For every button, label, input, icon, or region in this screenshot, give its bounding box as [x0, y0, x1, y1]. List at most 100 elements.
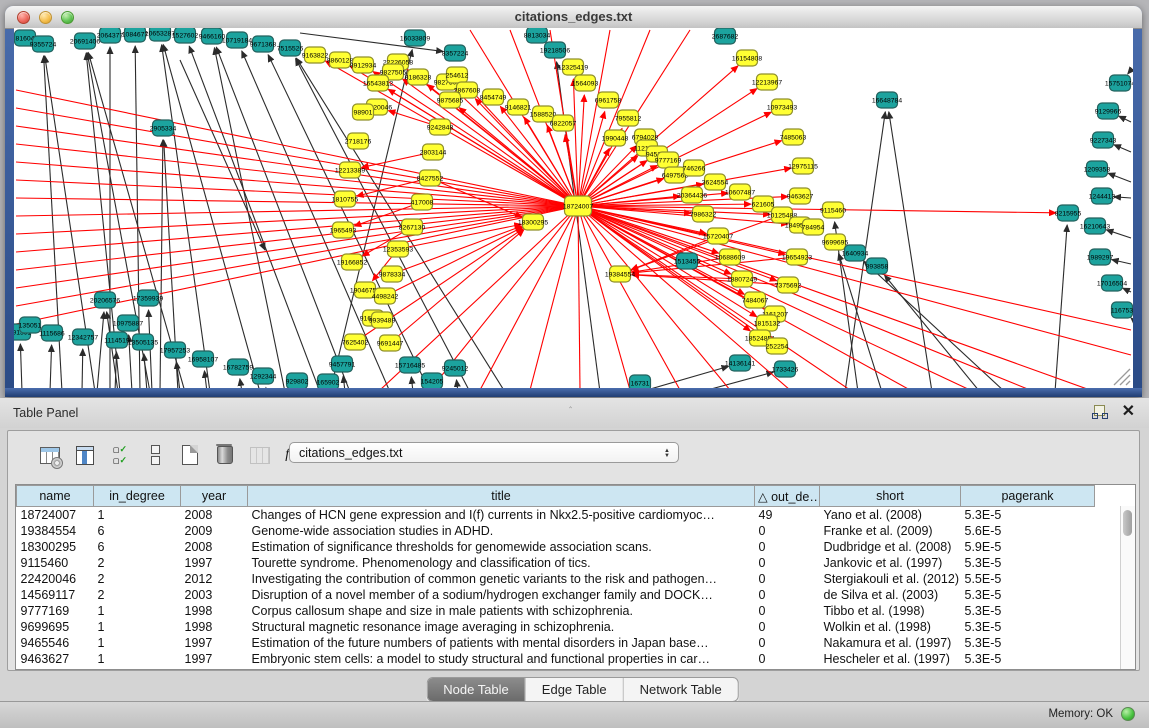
table-cell[interactable]: 2008 — [181, 539, 248, 555]
black-citation-edge[interactable] — [189, 46, 320, 388]
network-node[interactable]: 746266 — [683, 160, 706, 176]
network-node[interactable]: 9129966 — [1095, 103, 1122, 119]
red-citation-edge[interactable] — [16, 206, 578, 216]
table-cell[interactable]: 5.3E-5 — [961, 603, 1095, 619]
table-mode-icon[interactable] — [38, 443, 62, 467]
network-node[interactable]: 252254 — [766, 338, 789, 354]
network-node[interactable]: 20691406 — [70, 33, 100, 49]
network-node[interactable]: 9691447 — [377, 335, 404, 351]
memory-status-dot[interactable] — [1121, 707, 1135, 721]
network-node[interactable]: 154205 — [421, 373, 444, 388]
black-citation-edge[interactable] — [204, 371, 207, 388]
network-node[interactable]: 1244413 — [1089, 188, 1116, 204]
network-node[interactable]: 18300295 — [518, 214, 548, 230]
network-node[interactable]: 6822057 — [550, 115, 577, 131]
red-citation-edge[interactable] — [16, 206, 578, 270]
table-cell[interactable]: Estimation of significance thresholds fo… — [248, 539, 755, 555]
column-header-title[interactable]: title — [248, 486, 755, 507]
network-node[interactable]: 8427552 — [417, 170, 444, 186]
table-cell[interactable]: 5.3E-5 — [961, 507, 1095, 524]
scrollbar-thumb[interactable] — [1123, 510, 1132, 536]
network-node[interactable]: 8454749 — [480, 89, 507, 105]
table-cell[interactable]: Changes of HCN gene expression and I(f) … — [248, 507, 755, 524]
network-node[interactable]: 784954 — [802, 219, 825, 235]
table-row[interactable]: 969969511998Structural magnetic resonanc… — [17, 619, 1095, 635]
network-node[interactable]: 9163822 — [302, 47, 329, 63]
table-selector-dropdown[interactable]: citations_edges.txt ▲▼ — [289, 442, 679, 463]
red-citation-edge[interactable] — [578, 206, 970, 388]
network-node[interactable]: 1815132 — [754, 315, 781, 331]
tab-node-table[interactable]: Node Table — [427, 678, 525, 701]
network-node[interactable]: 18724007 — [563, 196, 593, 216]
tab-edge-table[interactable]: Edge Table — [525, 678, 623, 701]
black-citation-edge[interactable] — [214, 48, 285, 388]
red-citation-edge[interactable] — [578, 206, 1131, 355]
network-node[interactable]: 9875685 — [437, 92, 464, 108]
network-node[interactable]: 9245012 — [442, 360, 469, 376]
network-node[interactable]: 929802 — [286, 373, 309, 388]
network-node[interactable]: 16731 — [630, 375, 651, 388]
table-row[interactable]: 1938455462009Genome-wide association stu… — [17, 523, 1095, 539]
table-cell[interactable]: 49 — [755, 507, 820, 524]
float-panel-icon[interactable] — [1092, 404, 1108, 420]
network-node[interactable]: 8215955 — [1055, 205, 1082, 221]
black-citation-edge[interactable] — [1112, 260, 1131, 264]
black-citation-edge[interactable] — [889, 112, 932, 388]
network-node[interactable]: 7485063 — [780, 129, 807, 145]
citation-network-graph[interactable]: 8160493557242069140620643771084677106532… — [14, 28, 1133, 388]
network-node[interactable]: 98901 — [353, 104, 374, 120]
network-node[interactable]: 1733426 — [772, 361, 799, 377]
network-node[interactable]: 135051 — [19, 317, 42, 333]
table-cell[interactable]: Structural magnetic resonance image aver… — [248, 619, 755, 635]
network-node[interactable]: 12213967 — [752, 74, 782, 90]
network-node[interactable]: 17359939 — [133, 290, 163, 306]
red-citation-edge[interactable] — [16, 206, 578, 306]
table-cell[interactable]: 0 — [755, 523, 820, 539]
table-cell[interactable]: 1 — [94, 635, 181, 651]
black-citation-edge[interactable] — [640, 366, 728, 388]
table-cell[interactable]: 18724007 — [17, 507, 94, 524]
red-citation-edge[interactable] — [16, 90, 578, 206]
network-node[interactable]: 2064377 — [97, 28, 124, 43]
black-citation-edge[interactable] — [82, 349, 83, 388]
table-cell[interactable]: Genome-wide association studies in ADHD. — [248, 523, 755, 539]
table-row[interactable]: 911546021997Tourette syndrome. Phenomeno… — [17, 555, 1095, 571]
network-node[interactable]: 1810755 — [332, 191, 359, 207]
table-cell[interactable]: Stergiakouli et al. (2012) — [820, 571, 961, 587]
black-citation-edge[interactable] — [1114, 145, 1131, 152]
network-node[interactable]: 165902 — [317, 374, 340, 388]
column-header-short[interactable]: short — [820, 486, 961, 507]
table-cell[interactable]: 9699695 — [17, 619, 94, 635]
table-cell[interactable]: Nakamura et al. (1997) — [820, 635, 961, 651]
network-node[interactable]: 1209358 — [1084, 161, 1111, 177]
black-citation-edge[interactable] — [1123, 288, 1131, 292]
red-citation-edge[interactable] — [530, 206, 578, 388]
table-row[interactable]: 946554611997Estimation of the future num… — [17, 635, 1095, 651]
table-cell[interactable]: 1 — [94, 619, 181, 635]
black-citation-edge[interactable] — [1119, 116, 1131, 122]
black-citation-edge[interactable] — [1114, 197, 1131, 198]
table-cell[interactable]: 6 — [94, 523, 181, 539]
black-citation-edge[interactable] — [97, 312, 104, 388]
network-node[interactable]: 6961758 — [595, 92, 622, 108]
network-node[interactable]: 1527602 — [172, 28, 199, 43]
table-cell[interactable]: 5.3E-5 — [961, 555, 1095, 571]
table-cell[interactable]: 9115460 — [17, 555, 94, 571]
network-node[interactable]: 1292344 — [250, 368, 277, 384]
network-node[interactable]: 2803144 — [420, 144, 447, 160]
table-row[interactable]: 2242004622012Investigating the contribut… — [17, 571, 1095, 587]
network-node[interactable]: 15716485 — [395, 357, 425, 373]
network-node[interactable]: 1115686 — [39, 325, 65, 341]
network-node[interactable]: 254612 — [446, 67, 469, 83]
network-node[interactable]: 10607487 — [725, 184, 755, 200]
black-citation-edge[interactable] — [864, 261, 1005, 388]
table-cell[interactable]: Franke et al. (2009) — [820, 523, 961, 539]
network-node[interactable]: 12353593 — [383, 241, 413, 257]
network-node[interactable]: 9457791 — [329, 356, 356, 372]
table-cell[interactable]: Tibbo et al. (1998) — [820, 603, 961, 619]
network-node[interactable]: 12975115 — [788, 158, 818, 174]
row-height-icon[interactable] — [143, 443, 167, 467]
network-node[interactable]: 8267130 — [399, 219, 426, 235]
network-node[interactable]: 9463627 — [787, 188, 814, 204]
resize-grip-icon[interactable] — [1126, 381, 1130, 385]
